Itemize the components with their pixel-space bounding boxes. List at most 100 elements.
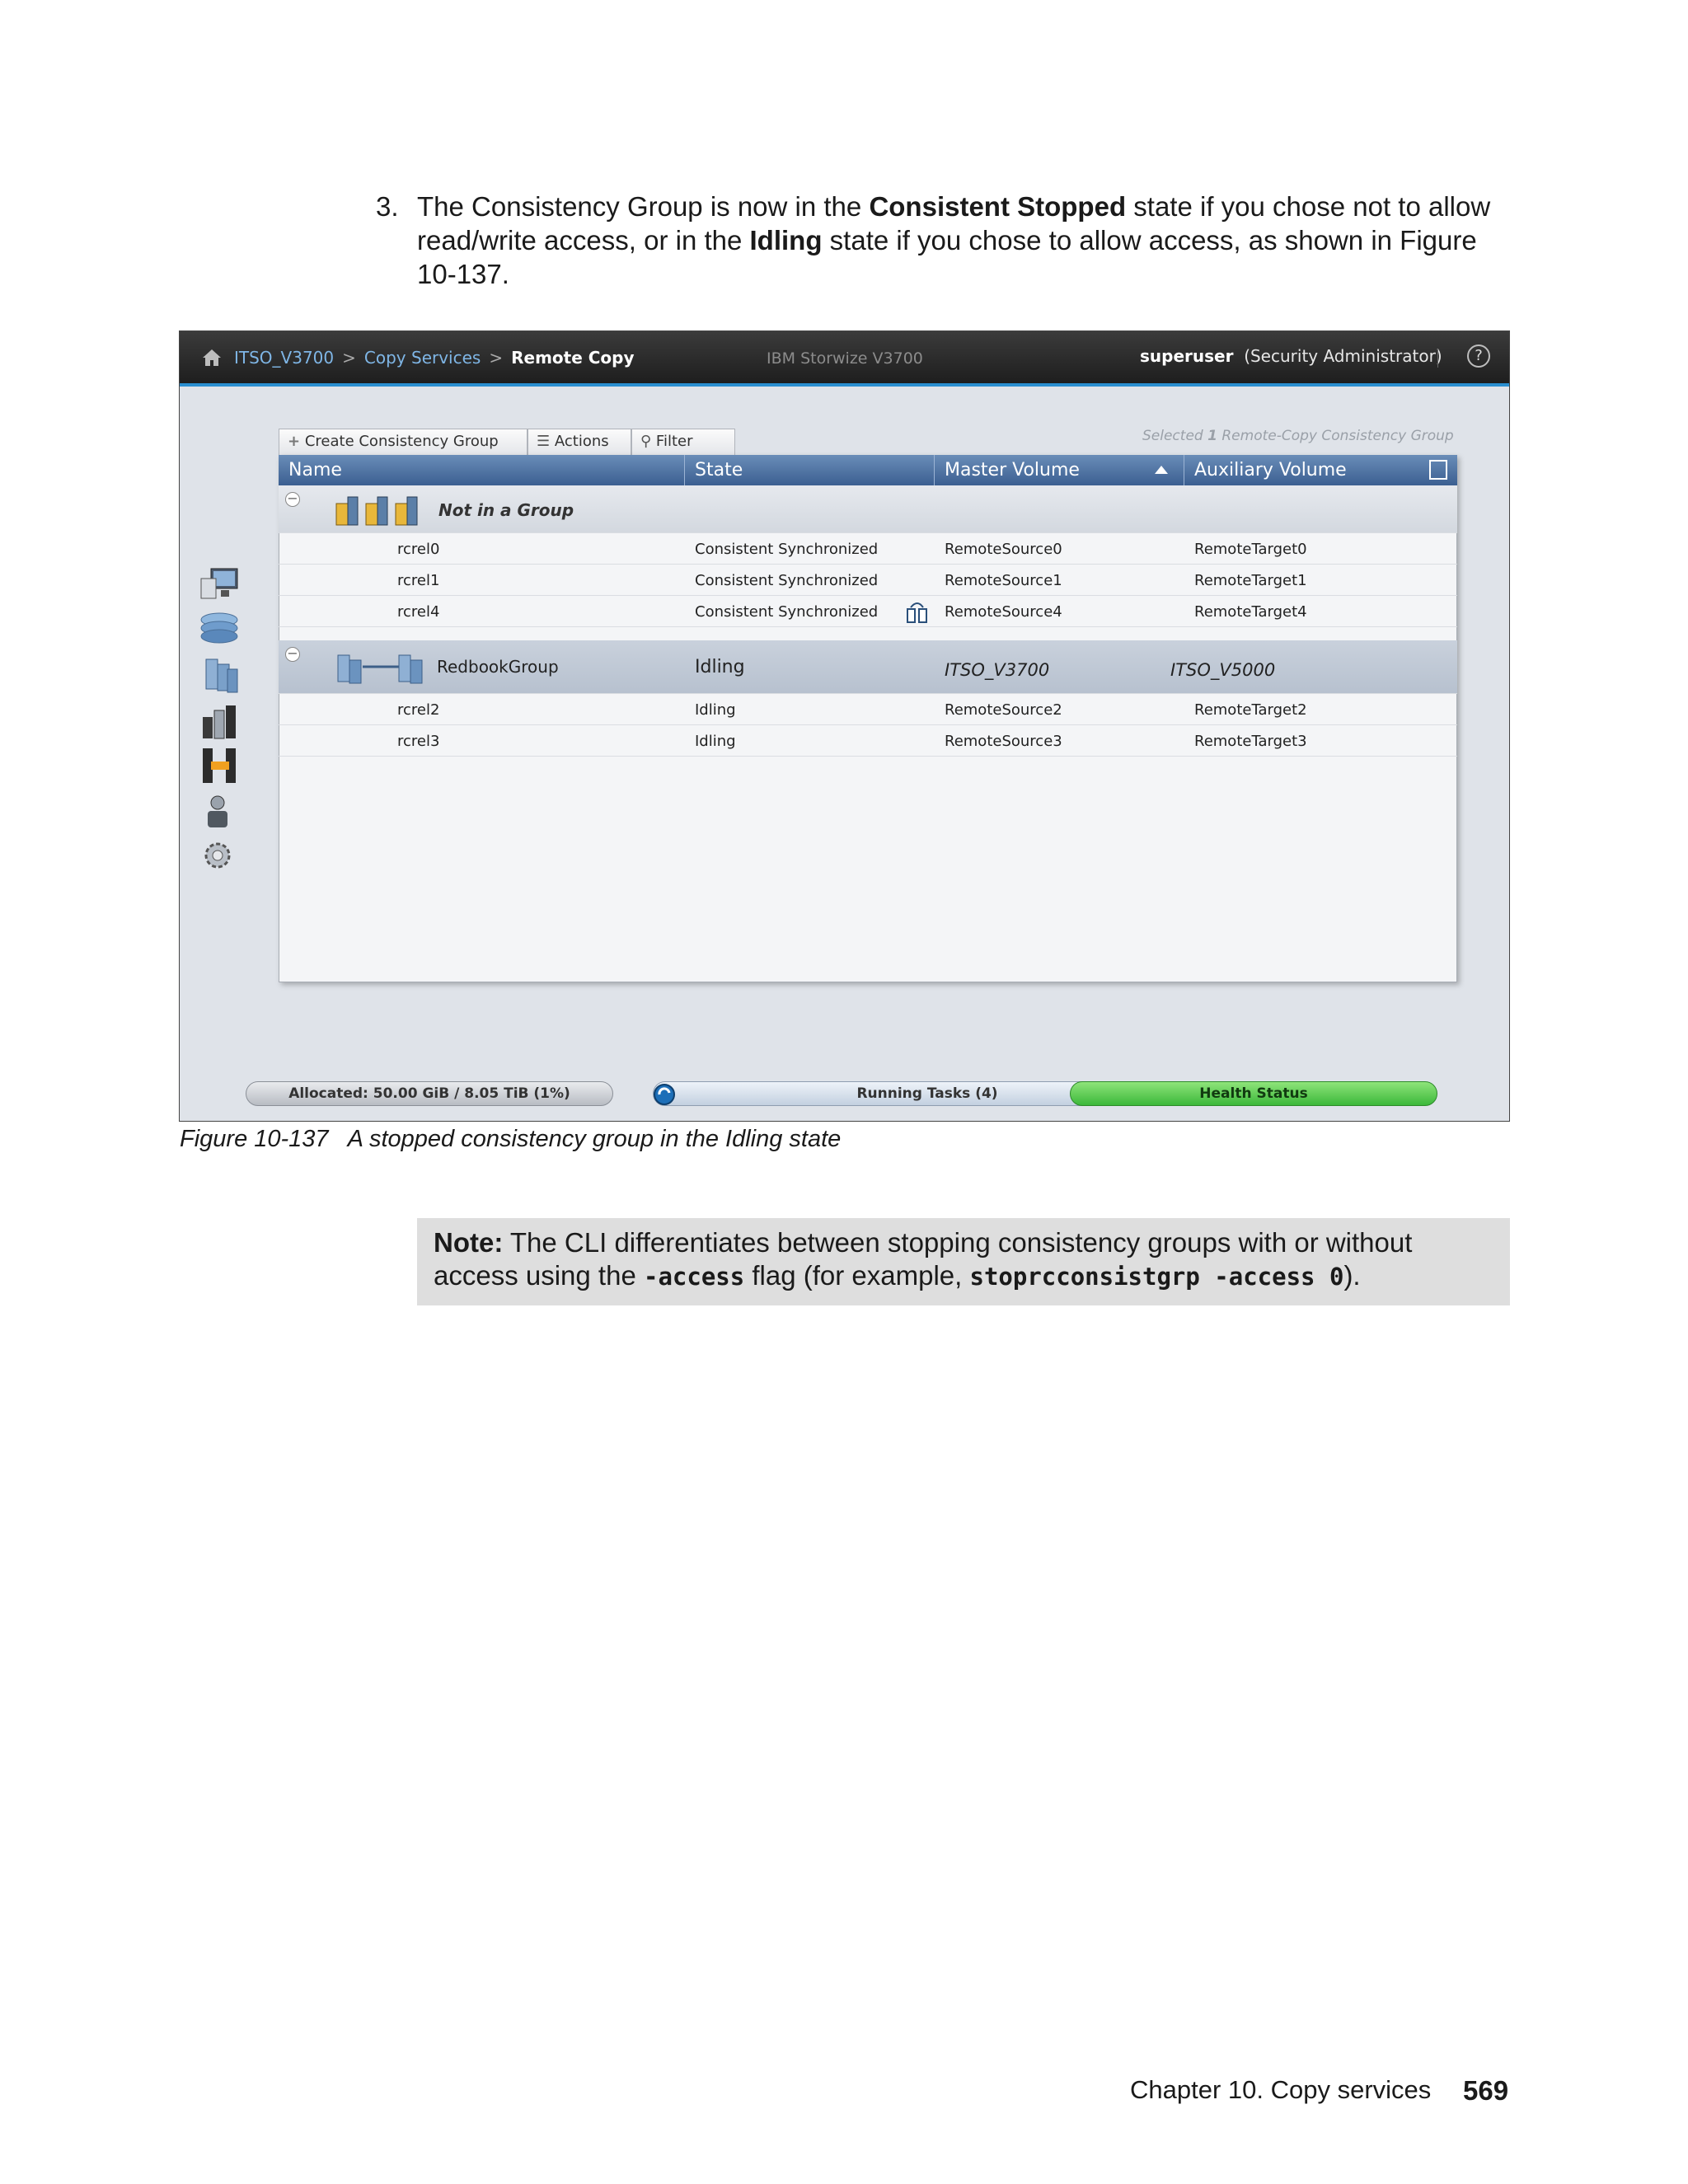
divider <box>1437 349 1438 368</box>
step-text: The Consistency Group is now in the <box>417 191 870 222</box>
group-state: Idling <box>695 657 745 677</box>
selection-count: 1 <box>1207 428 1217 444</box>
settings-icon[interactable] <box>198 837 241 875</box>
relationship-group-icon <box>335 496 418 526</box>
allocated-capacity-pill[interactable]: Allocated: 50.00 GiB / 8.05 TiB (1%) <box>246 1081 613 1106</box>
breadcrumb-separator: > <box>489 348 504 368</box>
sort-ascending-icon[interactable] <box>1155 466 1168 474</box>
note-box: Note: The CLI differentiates between sto… <box>417 1218 1510 1305</box>
filter-button[interactable]: ⚲ Filter <box>631 429 735 455</box>
hosts-icon[interactable] <box>198 702 241 740</box>
group-master-system: ITSO_V3700 <box>945 660 1050 680</box>
note-text: flag (for example, <box>744 1260 970 1291</box>
breadcrumb-system[interactable]: ITSO_V3700 <box>234 348 334 368</box>
table-row[interactable]: rcrel4 Consistent Synchronized RemoteSou… <box>279 596 1457 627</box>
allocated-capacity: Allocated: 50.00 GiB / 8.05 TiB (1%) <box>288 1085 570 1102</box>
table-row[interactable]: rcrel0 Consistent Synchronized RemoteSou… <box>279 533 1457 565</box>
relationship-name: rcrel3 <box>397 733 440 750</box>
column-header-auxiliary-volume[interactable]: Auxiliary Volume <box>1184 455 1457 485</box>
master-volume: RemoteSource4 <box>945 603 1062 621</box>
collapse-icon[interactable]: − <box>285 647 300 662</box>
user-name: superuser <box>1140 346 1234 366</box>
relationship-name: rcrel4 <box>397 603 440 621</box>
search-icon: ⚲ <box>640 433 652 450</box>
copy-services-icon[interactable] <box>198 747 241 785</box>
screenshot-figure: ITSO_V3700 > Copy Services > Remote Copy IBM… <box>179 330 1510 1122</box>
note-label: Note: <box>434 1227 504 1258</box>
running-tasks: Running Tasks (4) <box>856 1085 998 1102</box>
status-bar: Allocated: 50.00 GiB / 8.05 TiB (1%) Run… <box>180 1073 1509 1121</box>
group-name: RedbookGroup <box>437 657 559 677</box>
auxiliary-volume: RemoteTarget4 <box>1194 603 1307 621</box>
filter-label: Filter <box>655 433 693 450</box>
auxiliary-volume: RemoteTarget0 <box>1194 541 1307 558</box>
left-navigation <box>186 562 256 892</box>
auxiliary-volume: RemoteTarget3 <box>1194 733 1307 750</box>
access-flag: -access <box>643 1263 745 1291</box>
table-row[interactable]: rcrel2 Idling RemoteSource2 RemoteTarget… <box>279 694 1457 725</box>
breadcrumb: ITSO_V3700 > Copy Services > Remote Copy <box>234 348 635 368</box>
access-icon[interactable] <box>198 793 241 831</box>
home-icon[interactable] <box>201 348 223 368</box>
selection-prefix: Selected <box>1142 428 1208 444</box>
relationship-name: rcrel1 <box>397 572 440 589</box>
consistency-group-icon <box>337 654 423 684</box>
group-auxiliary-system: ITSO_V5000 <box>1170 660 1276 680</box>
step-bold-consistent-stopped: Consistent Stopped <box>869 191 1127 222</box>
auxiliary-volume: RemoteTarget1 <box>1194 572 1307 589</box>
table-row[interactable]: rcrel3 Idling RemoteSource3 RemoteTarget… <box>279 725 1457 757</box>
group-row-redbookgroup[interactable]: − RedbookGroup Idling ITSO_V3700 ITSO_V5… <box>279 640 1457 694</box>
relationship-state: Idling <box>695 701 736 719</box>
actions-button[interactable]: ☰ Actions <box>528 429 631 455</box>
column-header-state[interactable]: State <box>685 455 935 485</box>
help-icon[interactable]: ? <box>1467 344 1490 368</box>
group-row-not-in-a-group[interactable]: − Not in a Group <box>279 485 1457 533</box>
master-volume: RemoteSource1 <box>945 572 1062 589</box>
cli-command: stoprcconsistgrp -access 0 <box>969 1263 1344 1291</box>
group-name: Not in a Group <box>438 500 574 520</box>
collapse-icon[interactable]: − <box>285 492 300 507</box>
relationship-state: Consistent Synchronized <box>695 572 879 589</box>
column-header-name[interactable]: Name <box>279 455 685 485</box>
health-status-pill[interactable]: Health Status <box>1070 1081 1437 1106</box>
breadcrumb-separator: > <box>342 348 356 368</box>
column-picker-icon[interactable] <box>1429 460 1447 480</box>
breadcrumb-copy-services[interactable]: Copy Services <box>364 348 481 368</box>
table-header: Name State Master Volume Auxiliary Volum… <box>279 455 1457 485</box>
health-status: Health Status <box>1199 1085 1308 1102</box>
relationship-state: Consistent Synchronized <box>695 603 879 621</box>
relationship-name: rcrel0 <box>397 541 440 558</box>
pools-icon[interactable] <box>198 610 241 648</box>
auxiliary-volume: RemoteTarget2 <box>1194 701 1307 719</box>
relationship-state: Consistent Synchronized <box>695 541 879 558</box>
list-icon: ☰ <box>537 433 551 450</box>
relationship-icon <box>907 602 927 623</box>
step-paragraph: 3. The Consistency Group is now in the C… <box>376 190 1513 291</box>
monitoring-icon[interactable] <box>198 565 241 603</box>
step-bold-idling: Idling <box>749 225 823 255</box>
step-number: 3. <box>376 191 399 222</box>
user-info[interactable]: superuser (Security Administrator) <box>1140 346 1442 366</box>
selection-info: Selected 1 Remote-Copy Consistency Group <box>1142 428 1454 444</box>
user-role: (Security Administrator) <box>1244 346 1442 366</box>
page-number: 569 <box>1463 2075 1509 2106</box>
plus-icon: + <box>288 433 301 450</box>
master-volume: RemoteSource0 <box>945 541 1062 558</box>
volumes-icon[interactable] <box>198 656 241 694</box>
note-text: ). <box>1343 1260 1361 1291</box>
selection-suffix: Remote-Copy Consistency Group <box>1217 428 1454 444</box>
actions-label: Actions <box>554 433 609 450</box>
column-header-master-volume[interactable]: Master Volume <box>935 455 1184 485</box>
figure-caption: Figure 10-137 A stopped consistency grou… <box>180 1126 842 1152</box>
create-consistency-group-button[interactable]: + Create Consistency Group <box>279 429 528 455</box>
master-volume: RemoteSource2 <box>945 701 1062 719</box>
top-bar: ITSO_V3700 > Copy Services > Remote Copy IBM… <box>180 331 1509 387</box>
breadcrumb-current: Remote Copy <box>511 348 635 368</box>
relationship-state: Idling <box>695 733 736 750</box>
refresh-icon[interactable] <box>653 1083 676 1106</box>
footer-chapter: Chapter 10. Copy services <box>1130 2075 1432 2104</box>
create-consistency-group-label: Create Consistency Group <box>304 433 499 450</box>
product-name: IBM Storwize V3700 <box>767 349 923 368</box>
relationship-name: rcrel2 <box>397 701 440 719</box>
table-row[interactable]: rcrel1 Consistent Synchronized RemoteSou… <box>279 565 1457 596</box>
